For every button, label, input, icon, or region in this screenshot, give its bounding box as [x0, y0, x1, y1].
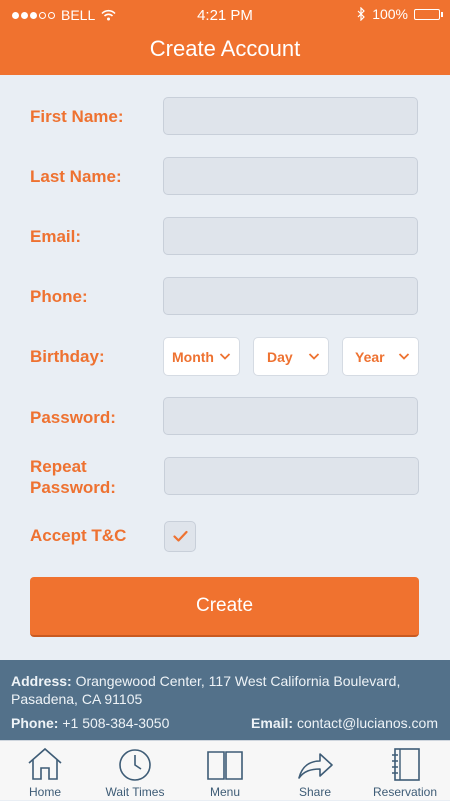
chevron-down-icon — [308, 353, 320, 360]
clock-icon — [119, 749, 151, 781]
app-header: BELL 4:21 PM 100% Create Account — [0, 0, 450, 75]
battery-percent: 100% — [372, 6, 408, 22]
first-name-row: First Name: — [0, 96, 450, 136]
tab-menu-label: Menu — [209, 785, 241, 799]
address-label: Address: — [11, 673, 72, 689]
chevron-down-icon — [398, 353, 410, 360]
contact-info: Address: Orangewood Center, 117 West Cal… — [0, 660, 450, 740]
status-right: 100% — [357, 6, 443, 22]
notebook-icon — [392, 748, 420, 781]
accept-tc-label: Accept T&C — [30, 526, 127, 545]
repeat-password-label: Repeat Password: — [30, 456, 116, 498]
first-name-label: First Name: — [30, 107, 124, 126]
tab-reservation-label: Reservation — [372, 785, 438, 799]
share-arrow-icon — [298, 753, 333, 779]
birthday-label: Birthday: — [30, 347, 105, 366]
birthday-year-value: Year — [355, 348, 385, 365]
tab-home[interactable]: Home — [0, 741, 90, 801]
tab-reservation[interactable]: Reservation — [360, 741, 450, 801]
tab-share[interactable]: Share — [270, 741, 360, 801]
last-name-row: Last Name: — [0, 156, 450, 196]
accept-tc-row: Accept T&C — [0, 520, 450, 560]
battery-icon — [414, 8, 443, 20]
password-row: Password: — [0, 396, 450, 436]
email-link[interactable]: contact@lucianos.com — [297, 715, 438, 731]
tab-wait-times-label: Wait Times — [105, 785, 165, 799]
repeat-password-row: Repeat Password: — [0, 456, 450, 498]
phone-info: Phone: +1 508-384-3050 — [11, 715, 169, 731]
birthday-year-select[interactable]: Year — [342, 337, 419, 376]
birthday-row: Birthday: Month Day Year — [0, 336, 450, 376]
email-info: Email: contact@lucianos.com — [251, 715, 438, 731]
password-input[interactable] — [163, 397, 418, 435]
last-name-input[interactable] — [163, 157, 418, 195]
password-label: Password: — [30, 408, 116, 427]
birthday-month-select[interactable]: Month — [163, 337, 240, 376]
email-input[interactable] — [163, 217, 418, 255]
checkmark-icon — [173, 530, 188, 542]
birthday-day-select[interactable]: Day — [253, 337, 329, 376]
accept-tc-checkbox[interactable] — [164, 521, 196, 552]
phone-label: Phone: — [30, 287, 88, 306]
tab-menu[interactable]: Menu — [180, 741, 270, 801]
repeat-password-label-line1: Repeat — [30, 457, 87, 476]
tab-bar: Home Wait Times Menu Share Reservation — [0, 740, 450, 800]
email-label: Email: — [30, 227, 82, 246]
repeat-password-label-line2: Password: — [30, 478, 116, 497]
address: Address: Orangewood Center, 117 West Cal… — [11, 672, 436, 708]
birthday-month-value: Month — [172, 348, 214, 365]
tab-home-label: Home — [28, 785, 61, 799]
book-icon — [207, 751, 243, 780]
bluetooth-icon — [357, 7, 366, 21]
tab-share-label: Share — [298, 785, 332, 799]
email-info-label: Email: — [251, 715, 294, 731]
phone-input[interactable] — [163, 277, 418, 315]
repeat-password-input[interactable] — [164, 457, 419, 495]
home-icon — [28, 747, 62, 780]
tab-wait-times[interactable]: Wait Times — [90, 741, 180, 801]
chevron-down-icon — [219, 353, 231, 360]
birthday-day-value: Day — [267, 348, 293, 365]
phone-link[interactable]: +1 508-384-3050 — [62, 715, 169, 731]
last-name-label: Last Name: — [30, 167, 122, 186]
page-title: Create Account — [149, 36, 301, 61]
create-button[interactable]: Create — [30, 577, 419, 637]
status-bar: BELL 4:21 PM 100% — [0, 0, 450, 30]
first-name-input[interactable] — [163, 97, 418, 135]
phone-info-label: Phone: — [11, 715, 59, 731]
email-row: Email: — [0, 216, 450, 256]
phone-row: Phone: — [0, 276, 450, 316]
